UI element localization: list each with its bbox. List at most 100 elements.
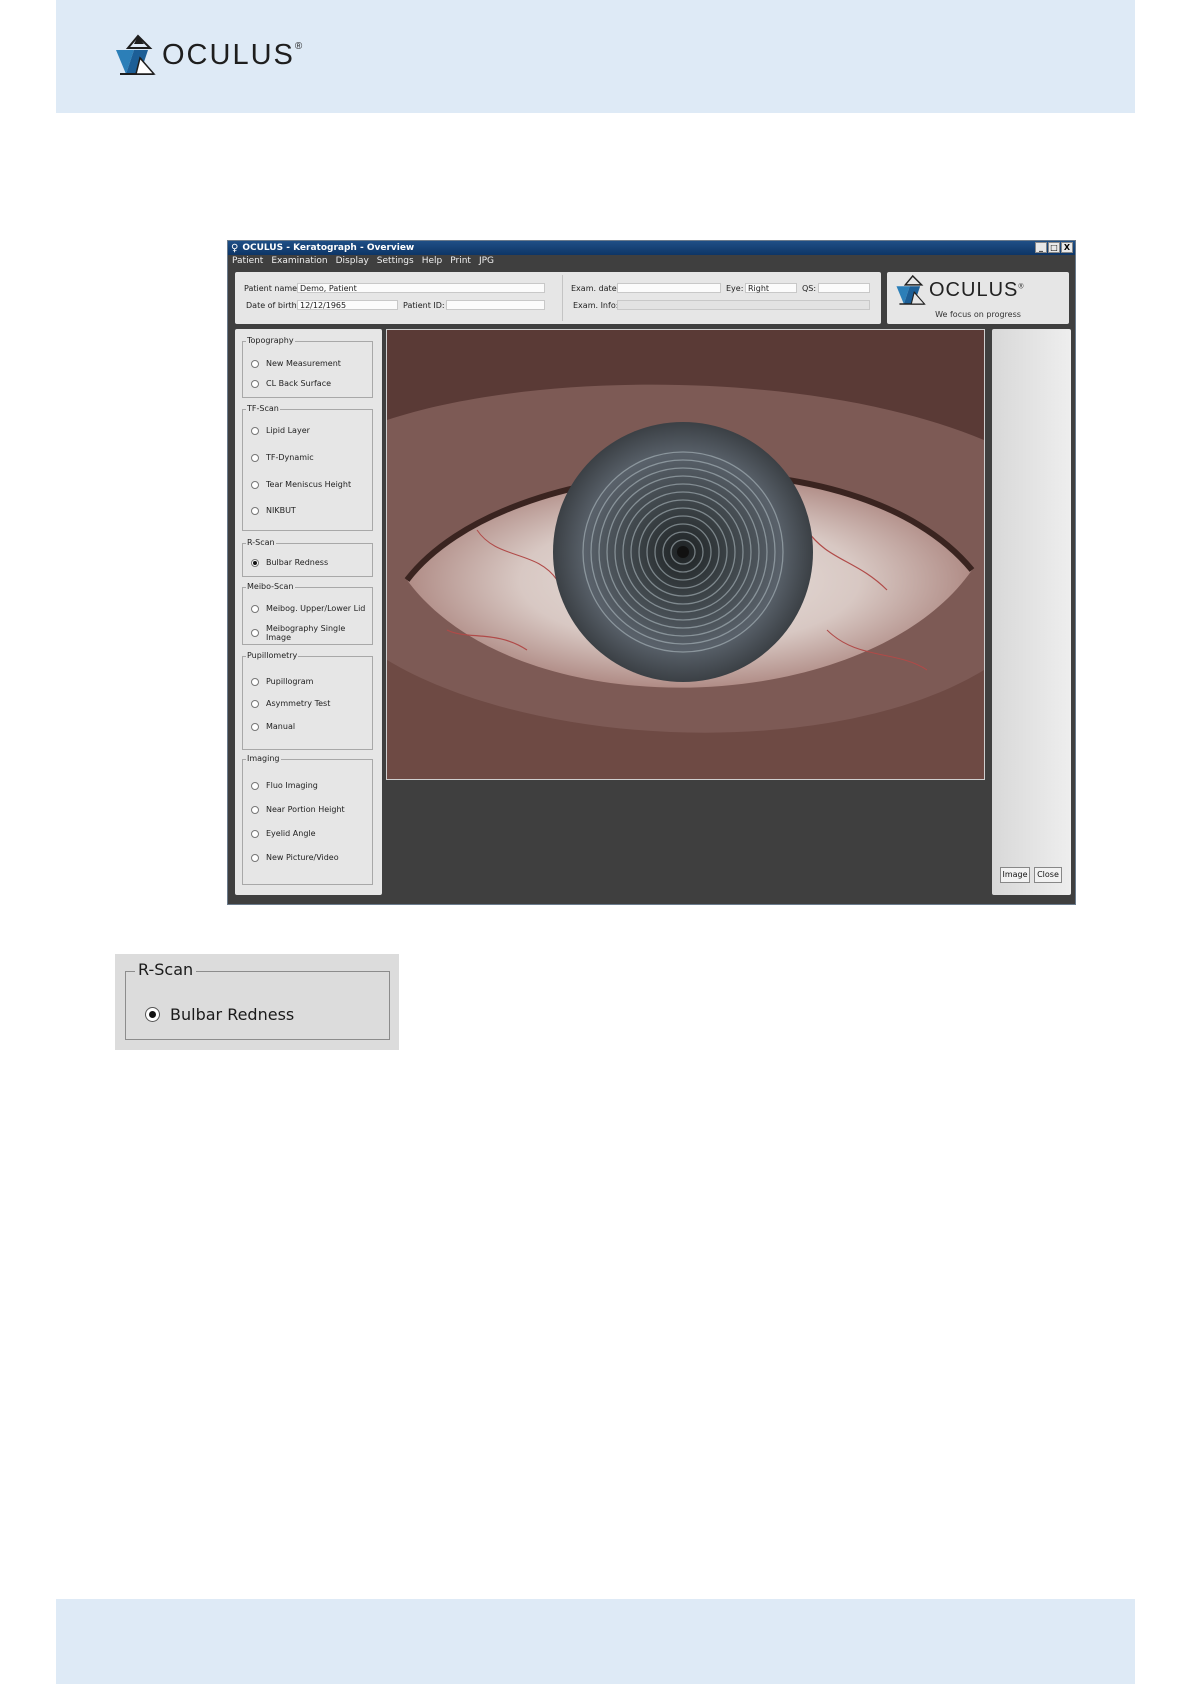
option-asymmetry-test[interactable]: Asymmetry Test <box>251 699 330 708</box>
option-fluo-imaging[interactable]: Fluo Imaging <box>251 781 318 790</box>
dob-label: Date of birth: <box>246 301 300 310</box>
exam-date-label: Exam. date: <box>571 284 620 293</box>
radio-button[interactable] <box>251 722 259 731</box>
option-nikbut[interactable]: NIKBUT <box>251 506 296 515</box>
close-window-button[interactable]: X <box>1061 242 1073 253</box>
radio-button[interactable] <box>251 781 259 790</box>
page-footer <box>56 1599 1135 1684</box>
group-title: TF-Scan <box>246 404 280 413</box>
title-bar[interactable]: ♀ OCULUS - Keratograph - Overview _ □ X <box>228 241 1075 255</box>
option-label: NIKBUT <box>266 506 296 515</box>
radio-button[interactable] <box>251 379 259 388</box>
qs-label: QS: <box>802 284 817 293</box>
window-controls: _ □ X <box>1035 242 1073 253</box>
window-title: OCULUS - Keratograph - Overview <box>242 243 415 253</box>
option-meibog-upper-lower-lid[interactable]: Meibog. Upper/Lower Lid <box>251 604 365 613</box>
group-imaging: Imaging Fluo Imaging Near Portion Height… <box>242 754 373 885</box>
menu-patient[interactable]: Patient <box>232 256 263 266</box>
exam-info-field[interactable] <box>617 300 870 310</box>
option-new-measurement[interactable]: New Measurement <box>251 359 341 368</box>
option-label: Tear Meniscus Height <box>266 480 352 489</box>
radio-button[interactable] <box>251 629 259 637</box>
minimize-button[interactable]: _ <box>1035 242 1047 253</box>
exam-date-field[interactable] <box>617 283 721 293</box>
menu-help[interactable]: Help <box>422 256 443 266</box>
eye-label: Eye: <box>726 284 744 293</box>
oculus-mini-mark-icon <box>896 274 926 305</box>
option-label: CL Back Surface <box>266 379 332 388</box>
menu-settings[interactable]: Settings <box>377 256 414 266</box>
oculus-logo-mark-icon <box>116 34 156 75</box>
radio-button[interactable] <box>251 359 259 368</box>
group-meibo-scan: Meibo-Scan Meibog. Upper/Lower Lid Meibo… <box>242 582 373 645</box>
menu-jpg[interactable]: JPG <box>479 256 494 266</box>
radio-button[interactable] <box>251 453 259 462</box>
option-new-picture-video[interactable]: New Picture/Video <box>251 853 339 862</box>
brand-tagline: We focus on progress <box>935 310 1021 319</box>
option-meibography-single-image[interactable]: Meibography Single Image <box>251 624 372 642</box>
patient-name-label: Patient name: <box>244 284 300 293</box>
option-label: Asymmetry Test <box>266 699 331 708</box>
maximize-button[interactable]: □ <box>1048 242 1060 253</box>
option-label: Lipid Layer <box>266 426 310 435</box>
oculus-logo: OCULUS® <box>114 34 304 76</box>
option-cl-back-surface[interactable]: CL Back Surface <box>251 379 331 388</box>
radio-button[interactable] <box>251 853 259 862</box>
option-label: Fluo Imaging <box>266 781 318 790</box>
option-tear-meniscus-height[interactable]: Tear Meniscus Height <box>251 480 351 489</box>
panel-separator <box>562 275 563 321</box>
radio-button[interactable] <box>251 604 259 613</box>
radio-button[interactable] <box>251 426 259 435</box>
examination-panel: Topography New Measurement CL Back Surfa… <box>235 329 382 895</box>
menu-examination[interactable]: Examination <box>271 256 327 266</box>
group-title: Imaging <box>246 754 281 763</box>
callout-radio-selected[interactable] <box>145 1007 160 1022</box>
menu-bar: Patient Examination Display Settings Hel… <box>228 255 1075 267</box>
option-eyelid-angle[interactable]: Eyelid Angle <box>251 829 316 838</box>
eye-field[interactable]: Right <box>745 283 797 293</box>
option-label: New Measurement <box>266 359 341 368</box>
option-label: Manual <box>266 722 296 731</box>
radio-button[interactable] <box>251 480 259 489</box>
page-header: OCULUS® <box>56 0 1135 113</box>
action-panel: Image Close <box>992 329 1071 895</box>
brand-registered-mark: ® <box>1018 282 1025 290</box>
radio-button[interactable] <box>251 677 259 686</box>
option-manual[interactable]: Manual <box>251 722 295 731</box>
callout-title: R-Scan <box>135 960 197 979</box>
radio-button[interactable] <box>251 805 259 814</box>
logo-text: OCULUS <box>162 38 295 71</box>
keratograph-window: ♀ OCULUS - Keratograph - Overview _ □ X … <box>227 240 1076 905</box>
patient-id-field[interactable] <box>446 300 545 310</box>
option-near-portion-height[interactable]: Near Portion Height <box>251 805 345 814</box>
option-pupillogram[interactable]: Pupillogram <box>251 677 313 686</box>
exam-info-label: Exam. Info: <box>573 301 619 310</box>
qs-field[interactable] <box>818 283 870 293</box>
radio-button[interactable] <box>251 699 259 708</box>
brand-panel: OCULUS® We focus on progress <box>887 272 1069 324</box>
eye-image-viewer[interactable] <box>386 329 985 780</box>
group-topography: Topography New Measurement CL Back Surfa… <box>242 336 373 398</box>
group-tf-scan: TF-Scan Lipid Layer TF-Dynamic Tear Meni… <box>242 404 373 531</box>
brand-logo: OCULUS® <box>895 274 1025 306</box>
option-tf-dynamic[interactable]: TF-Dynamic <box>251 453 314 462</box>
radio-button[interactable] <box>251 829 259 838</box>
eye-image <box>387 330 984 779</box>
group-title: Topography <box>246 336 295 345</box>
group-pupillometry: Pupillometry Pupillogram Asymmetry Test … <box>242 651 373 750</box>
close-button[interactable]: Close <box>1034 867 1062 883</box>
option-label: Eyelid Angle <box>266 829 316 838</box>
callout-option-label: Bulbar Redness <box>170 1005 295 1024</box>
image-button[interactable]: Image <box>1000 867 1030 883</box>
radio-button-selected[interactable] <box>251 558 259 567</box>
menu-display[interactable]: Display <box>336 256 369 266</box>
group-r-scan: R-Scan Bulbar Redness <box>242 538 373 577</box>
option-bulbar-redness[interactable]: Bulbar Redness <box>251 558 328 567</box>
menu-print[interactable]: Print <box>450 256 471 266</box>
callout-option-bulbar-redness[interactable]: Bulbar Redness <box>145 1005 294 1024</box>
dob-field[interactable]: 12/12/1965 <box>297 300 398 310</box>
radio-button[interactable] <box>251 506 259 515</box>
option-lipid-layer[interactable]: Lipid Layer <box>251 426 310 435</box>
patient-name-field[interactable]: Demo, Patient <box>297 283 545 293</box>
option-label: New Picture/Video <box>266 853 339 862</box>
